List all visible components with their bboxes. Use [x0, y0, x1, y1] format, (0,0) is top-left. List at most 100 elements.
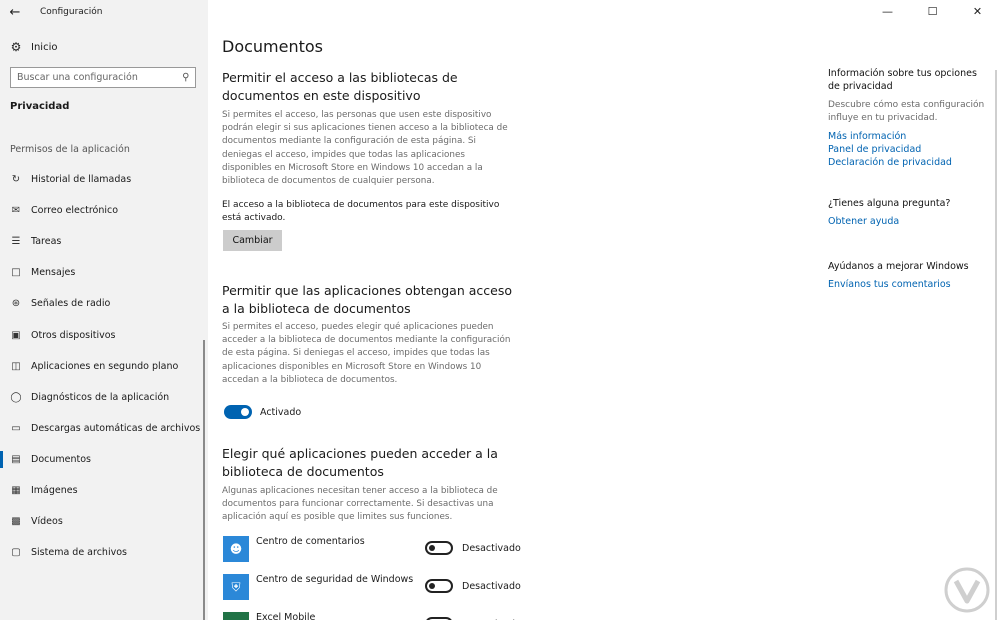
main-scrollbar[interactable]: [995, 70, 997, 620]
sidebar-item-documents[interactable]: ▤ Documentos: [0, 444, 208, 475]
sidebar-item-label: Correo electrónico: [31, 205, 119, 217]
sidebar-item-label: Tareas: [31, 236, 62, 248]
app-access-heading: Permitir que las aplicaciones obtengan a…: [222, 283, 512, 316]
sidebar-item-call-history[interactable]: ↻ Historial de llamadas: [0, 164, 208, 195]
privacy-dashboard-link[interactable]: Panel de privacidad: [828, 143, 988, 156]
more-info-link[interactable]: Más información: [828, 130, 988, 143]
app-access-toggle[interactable]: [224, 405, 252, 419]
home-label: Inicio: [31, 41, 58, 53]
sidebar-item-label: Otros dispositivos: [31, 329, 116, 341]
sidebar-item-downloads[interactable]: ▭ Descargas automáticas de archivos: [0, 413, 208, 444]
device-access-status: El acceso a la biblioteca de documentos …: [222, 200, 500, 224]
app-row-excel: X Excel Mobile Desactivado: [223, 612, 523, 620]
privacy-statement-link[interactable]: Declaración de privacidad: [828, 156, 988, 169]
sidebar-item-devices[interactable]: ▣ Otros dispositivos: [0, 319, 208, 350]
device-access-description: Si permites el acceso, las personas que …: [222, 110, 508, 187]
search-input[interactable]: [17, 72, 182, 83]
app-row-feedback-hub: ☻ Centro de comentarios Desactivado: [223, 536, 523, 562]
toggle-knob: [429, 583, 435, 589]
choose-apps-heading: Elegir qué aplicaciones pueden acceder a…: [222, 446, 498, 479]
app-toggle-row: Desactivado: [425, 541, 521, 555]
improve-heading: Ayúdanos a mejorar Windows: [828, 261, 969, 272]
pictures-icon: ▦: [11, 484, 21, 496]
sidebar-item-label: Documentos: [31, 453, 91, 465]
app-toggle-row: Desactivado: [425, 579, 521, 593]
sidebar-item-diagnostics[interactable]: ◯ Diagnósticos de la aplicación: [0, 382, 208, 413]
maximize-icon[interactable]: ☐: [910, 0, 955, 22]
search-icon[interactable]: ⚲: [182, 72, 189, 83]
home-gear-icon: ⚙: [10, 40, 22, 54]
sidebar-item-pictures[interactable]: ▦ Imágenes: [0, 475, 208, 506]
title-bar: ← Configuración: [0, 0, 208, 24]
documents-icon: ▤: [11, 453, 21, 465]
close-icon[interactable]: ✕: [955, 0, 1000, 22]
diagnostics-icon: ◯: [10, 391, 22, 403]
section-title: Privacidad: [10, 101, 70, 112]
sidebar-item-label: Sistema de archivos: [31, 547, 127, 559]
get-help-link[interactable]: Obtener ayuda: [828, 215, 988, 228]
help-panel: ¿Tienes alguna pregunta? Obtener ayuda: [828, 197, 988, 228]
messages-icon: □: [11, 267, 21, 279]
sidebar-item-tasks[interactable]: ☰ Tareas: [0, 226, 208, 257]
app-name: Centro de comentarios: [256, 536, 365, 547]
sidebar-item-radio[interactable]: ⊛ Señales de radio: [0, 288, 208, 319]
app-access-description: Si permites el acceso, puedes elegir qué…: [222, 322, 511, 385]
window-title: Configuración: [40, 7, 103, 17]
app-name: Excel Mobile: [256, 612, 316, 620]
sidebar-item-background-apps[interactable]: ◫ Aplicaciones en segundo plano: [0, 351, 208, 382]
search-box[interactable]: ⚲: [10, 67, 196, 88]
info-description: Descubre cómo esta configuración influye…: [828, 100, 985, 123]
mail-icon: ✉: [11, 205, 21, 217]
app-access-toggle-row: Activado: [224, 405, 301, 419]
tasks-icon: ☰: [11, 236, 21, 248]
shield-icon: ⛨: [223, 574, 249, 600]
privacy-nav-list: ↻ Historial de llamadas ✉ Correo electró…: [0, 164, 208, 568]
feedback-hub-toggle[interactable]: [425, 541, 453, 555]
sidebar-item-messages[interactable]: □ Mensajes: [0, 257, 208, 288]
feedback-panel: Ayúdanos a mejorar Windows Envíanos tus …: [828, 260, 988, 291]
sidebar-item-label: Mensajes: [31, 267, 76, 279]
app-toggle-label: Desactivado: [462, 542, 521, 554]
app-name: Centro de seguridad de Windows D...: [256, 574, 416, 585]
window-controls: — ☐ ✕: [865, 0, 1000, 22]
sidebar-item-videos[interactable]: ▩ Vídeos: [0, 506, 208, 537]
background-apps-icon: ◫: [11, 360, 21, 372]
toggle-knob: [241, 408, 249, 416]
sidebar-item-label: Descargas automáticas de archivos: [31, 422, 201, 434]
videos-icon: ▩: [11, 516, 21, 528]
sidebar-item-label: Historial de llamadas: [31, 174, 132, 186]
toggle-knob: [429, 545, 435, 551]
choose-apps-description: Algunas aplicaciones necesitan tener acc…: [222, 486, 498, 523]
minimize-icon[interactable]: —: [865, 0, 910, 22]
privacy-info-panel: Información sobre tus opciones de privac…: [828, 67, 988, 169]
sidebar-item-label: Aplicaciones en segundo plano: [31, 360, 179, 372]
home-nav-item[interactable]: ⚙ Inicio: [10, 38, 58, 56]
call-history-icon: ↻: [11, 174, 21, 186]
radio-icon: ⊛: [11, 298, 21, 310]
send-feedback-link[interactable]: Envíanos tus comentarios: [828, 278, 988, 291]
question-heading: ¿Tienes alguna pregunta?: [828, 198, 951, 209]
sidebar-item-mail[interactable]: ✉ Correo electrónico: [0, 195, 208, 226]
file-system-icon: ▢: [11, 547, 21, 559]
sidebar-item-label: Imágenes: [31, 484, 78, 496]
devices-icon: ▣: [11, 329, 21, 341]
sidebar-item-label: Señales de radio: [31, 298, 111, 310]
group-label: Permisos de la aplicación: [10, 144, 130, 155]
sidebar: ← Configuración ⚙ Inicio ⚲ Privacidad Pe…: [0, 0, 208, 620]
defender-toggle[interactable]: [425, 579, 453, 593]
sidebar-item-file-system[interactable]: ▢ Sistema de archivos: [0, 537, 208, 568]
sidebar-item-label: Vídeos: [31, 516, 63, 528]
device-access-heading: Permitir el acceso a las bibliotecas de …: [222, 70, 458, 103]
info-heading: Información sobre tus opciones de privac…: [828, 68, 977, 92]
app-row-defender: ⛨ Centro de seguridad de Windows D... De…: [223, 574, 523, 600]
app-toggle-label: Desactivado: [462, 580, 521, 592]
feedback-hub-icon: ☻: [223, 536, 249, 562]
sidebar-scrollbar[interactable]: [203, 340, 205, 620]
excel-icon: X: [223, 612, 249, 620]
page-title: Documentos: [222, 37, 324, 56]
watermark-logo-icon: [944, 567, 990, 613]
change-button[interactable]: Cambiar: [223, 230, 282, 251]
downloads-icon: ▭: [11, 422, 21, 434]
back-arrow-icon[interactable]: ←: [0, 0, 30, 24]
app-access-toggle-label: Activado: [260, 406, 302, 418]
